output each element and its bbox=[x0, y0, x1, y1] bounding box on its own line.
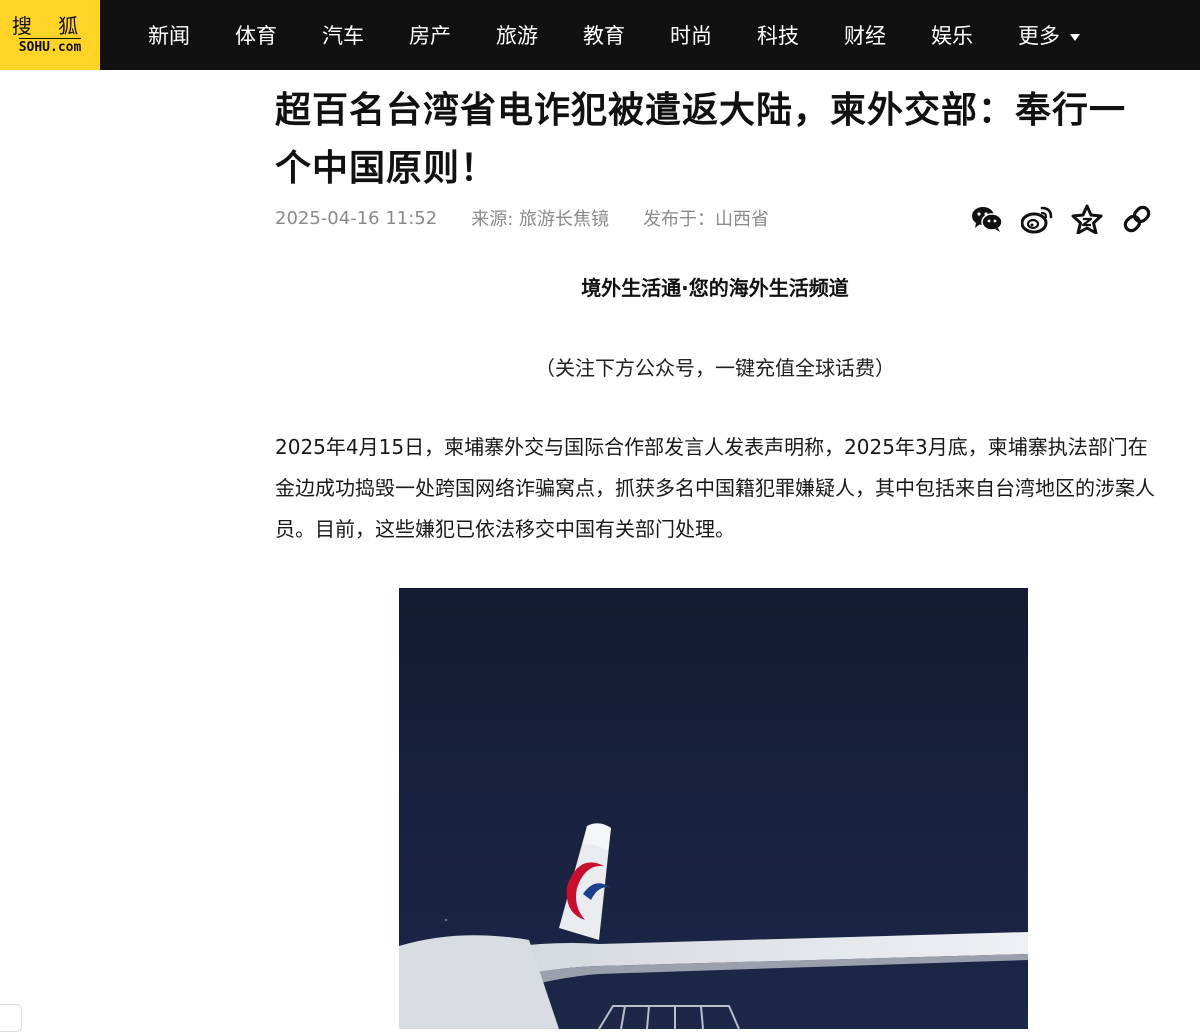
nav-item-auto[interactable]: 汽车 bbox=[322, 20, 364, 50]
copy-link-icon[interactable] bbox=[1121, 203, 1153, 235]
nav-item-education[interactable]: 教育 bbox=[583, 20, 625, 50]
nav-item-sports[interactable]: 体育 bbox=[235, 20, 277, 50]
favorite-star-icon[interactable] bbox=[1071, 203, 1103, 235]
nav-item-more[interactable]: 更多 bbox=[1018, 20, 1080, 50]
logo-english-text: SOHU.com bbox=[18, 40, 82, 55]
follow-note: （关注下方公众号，一键充值全球话费） bbox=[535, 356, 895, 380]
article-meta: 2025-04-16 11:52 来源: 旅游长焦镜 发布于：山西省 bbox=[275, 203, 1155, 235]
article-source[interactable]: 来源: 旅游长焦镜 bbox=[471, 205, 609, 231]
publish-location: 发布于：山西省 bbox=[643, 209, 769, 230]
nav-item-tech[interactable]: 科技 bbox=[757, 20, 799, 50]
article-image bbox=[399, 588, 1028, 1029]
sohu-logo[interactable]: 搜 狐 SOHU.com bbox=[0, 0, 100, 70]
share-bar bbox=[953, 203, 1153, 235]
nav-more-label: 更多 bbox=[1018, 24, 1060, 48]
logo-chinese-text: 搜 狐 bbox=[11, 14, 89, 38]
nav-item-fashion[interactable]: 时尚 bbox=[670, 20, 712, 50]
weibo-icon[interactable] bbox=[1021, 203, 1053, 235]
side-panel-handle[interactable] bbox=[0, 1004, 22, 1032]
nav-item-entertainment[interactable]: 娱乐 bbox=[931, 20, 973, 50]
nav-item-realestate[interactable]: 房产 bbox=[409, 20, 451, 50]
wechat-icon[interactable] bbox=[971, 203, 1003, 235]
channel-subheading: 境外生活通·您的海外生活频道 bbox=[581, 276, 849, 300]
article: 超百名台湾省电诈犯被遣返大陆，柬外交部：奉行一个中国原则！ 2025-04-16… bbox=[275, 70, 1155, 541]
main-nav: 新闻 体育 汽车 房产 旅游 教育 时尚 科技 财经 娱乐 更多 bbox=[148, 0, 1125, 70]
nav-item-travel[interactable]: 旅游 bbox=[496, 20, 538, 50]
article-paragraph: 2025年4月15日，柬埔寨外交与国际合作部发言人发表声明称，2025年3月底，… bbox=[275, 435, 1155, 541]
logo-divider bbox=[19, 38, 81, 39]
nav-item-finance[interactable]: 财经 bbox=[844, 20, 886, 50]
publish-datetime: 2025-04-16 11:52 bbox=[275, 207, 438, 229]
nav-item-news[interactable]: 新闻 bbox=[148, 20, 190, 50]
article-title: 超百名台湾省电诈犯被遣返大陆，柬外交部：奉行一个中国原则！ bbox=[275, 90, 1127, 189]
top-navigation-bar: 搜 狐 SOHU.com 新闻 体育 汽车 房产 旅游 教育 时尚 科技 财经 … bbox=[0, 0, 1200, 70]
chevron-down-icon bbox=[1070, 33, 1080, 41]
